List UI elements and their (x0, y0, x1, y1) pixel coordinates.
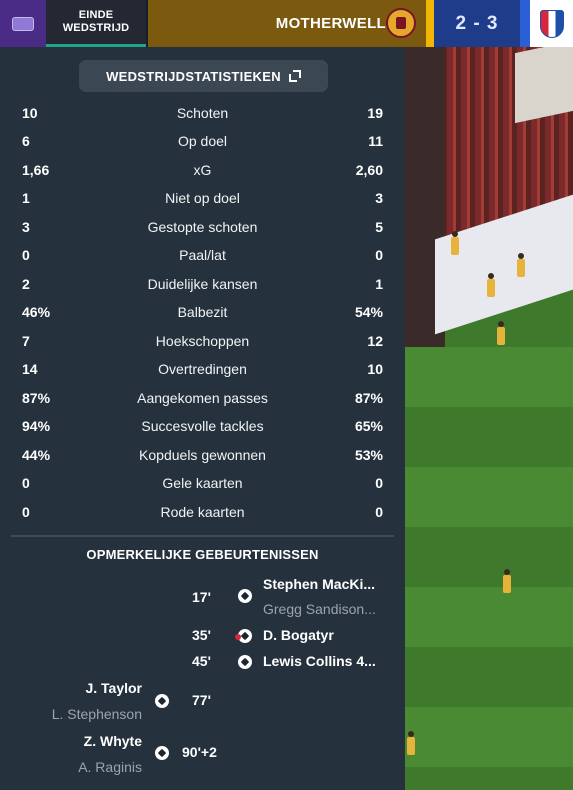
score-separator (520, 0, 530, 47)
pitch-player (503, 569, 511, 593)
stat-row: 14 Overtredingen 10 (0, 358, 405, 380)
home-team-accent (426, 0, 434, 47)
stat-row: 87% Aangekomen passes 87% (0, 387, 405, 409)
home-team-bar[interactable]: MOTHERWELL (148, 0, 426, 47)
stat-row: 10 Schoten 19 (0, 102, 405, 124)
stat-away-value: 53% (354, 447, 383, 463)
pitch-player (407, 731, 415, 755)
stat-away-value: 5 (375, 219, 383, 235)
stat-label: Kopduels gewonnen (139, 447, 266, 463)
stat-row: 94% Succesvolle tackles 65% (0, 415, 405, 437)
stat-label: Aangekomen passes (137, 390, 268, 406)
event-assist[interactable]: A. Raginis (78, 759, 142, 775)
event-minute: 17' (192, 589, 211, 605)
stat-away-value: 12 (367, 333, 383, 349)
stat-row: 0 Gele kaarten 0 (0, 472, 405, 494)
grass-stripe (405, 707, 573, 767)
goal-ball-icon (155, 746, 169, 760)
match-status-line1: EINDE (78, 9, 114, 21)
grass-stripe (405, 587, 573, 647)
stat-label: Gele kaarten (162, 475, 243, 491)
stat-row: 2 Duidelijke kansen 1 (0, 273, 405, 295)
stat-label: Schoten (176, 105, 229, 121)
match-stats-panel: WEDSTRIJDSTATISTIEKEN 10 Schoten 19 6 Op… (0, 47, 405, 790)
stadium-roof (515, 47, 573, 124)
grass-stripe (405, 467, 573, 527)
stat-away-value: 19 (367, 105, 383, 121)
home-team-crest-icon (386, 8, 416, 38)
stat-away-value: 0 (375, 475, 383, 491)
event-assist[interactable]: Gregg Sandison... (263, 601, 376, 617)
stat-away-value: 87% (354, 390, 383, 406)
stat-label: xG (193, 162, 212, 178)
stat-row: 6 Op doel 11 (0, 130, 405, 152)
event-scorer[interactable]: Stephen MacKi... (263, 576, 375, 592)
away-team-crest-icon (539, 9, 564, 38)
match-status: EINDE WEDSTRIJD (46, 0, 146, 47)
stat-row: 0 Rode kaarten 0 (0, 501, 405, 523)
match-score: 2 - 3 (434, 0, 520, 47)
stat-label: Niet op doel (165, 190, 240, 206)
stat-away-value: 65% (354, 418, 383, 434)
stat-away-value: 1 (375, 276, 383, 292)
goal-ball-icon (238, 655, 252, 669)
competition-logo-icon (12, 16, 34, 31)
event-minute: 35' (192, 627, 211, 643)
away-team-crest-box[interactable] (530, 0, 573, 47)
stat-row: 7 Hoekschoppen 12 (0, 330, 405, 352)
stat-label: Succesvolle tackles (141, 418, 264, 434)
stat-label: Gestopte schoten (147, 219, 258, 235)
grass-stripe (405, 347, 573, 407)
match-stats-header-button[interactable]: WEDSTRIJDSTATISTIEKEN (79, 60, 328, 92)
match-header: EINDE WEDSTRIJD MOTHERWELL 2 - 3 (0, 0, 573, 47)
substitute-player (487, 273, 495, 297)
competition-logo[interactable] (0, 0, 46, 47)
section-divider (11, 535, 394, 537)
event-assist[interactable]: L. Stephenson (52, 706, 142, 722)
expand-icon (288, 70, 301, 82)
stat-label: Balbezit (177, 304, 228, 320)
event-scorer[interactable]: Z. Whyte (84, 733, 142, 749)
stat-row: 1,66 xG 2,60 (0, 159, 405, 181)
match-stats-title: WEDSTRIJDSTATISTIEKEN (106, 68, 281, 84)
stat-label: Hoekschoppen (155, 333, 250, 349)
stat-label: Overtredingen (158, 361, 247, 377)
stat-away-value: 54% (354, 304, 383, 320)
match-view-background (405, 47, 573, 790)
substitute-player (517, 253, 525, 277)
stat-label: Paal/lat (179, 247, 226, 263)
stat-label: Duidelijke kansen (147, 276, 258, 292)
event-scorer[interactable]: D. Bogatyr (263, 627, 334, 643)
stat-row: 1 Niet op doel 3 (0, 187, 405, 209)
goal-ball-icon (155, 694, 169, 708)
events-title: OPMERKELIJKE GEBEURTENISSEN (86, 547, 319, 562)
stat-away-value: 2,60 (355, 162, 383, 178)
stat-row: 44% Kopduels gewonnen 53% (0, 444, 405, 466)
substitute-player (497, 321, 505, 345)
event-scorer[interactable]: J. Taylor (85, 680, 142, 696)
own-goal-ball-icon (235, 629, 252, 643)
stat-away-value: 3 (375, 190, 383, 206)
stat-away-value: 0 (375, 247, 383, 263)
stat-away-value: 0 (375, 504, 383, 520)
match-status-line2: WEDSTRIJD (62, 22, 130, 34)
goal-ball-icon (238, 589, 252, 603)
stat-row: 3 Gestopte schoten 5 (0, 216, 405, 238)
event-scorer[interactable]: Lewis Collins 4... (263, 653, 376, 669)
stat-away-value: 10 (367, 361, 383, 377)
stat-away-value: 11 (368, 133, 383, 149)
substitute-player (451, 231, 459, 255)
stat-row: 0 Paal/lat 0 (0, 244, 405, 266)
event-minute: 45' (192, 653, 211, 669)
stat-label: Rode kaarten (160, 504, 245, 520)
stat-label: Op doel (177, 133, 228, 149)
stat-row: 46% Balbezit 54% (0, 301, 405, 323)
event-minute: 77' (192, 692, 211, 708)
event-minute: 90'+2 (182, 744, 217, 760)
home-team-name: MOTHERWELL (275, 15, 386, 32)
